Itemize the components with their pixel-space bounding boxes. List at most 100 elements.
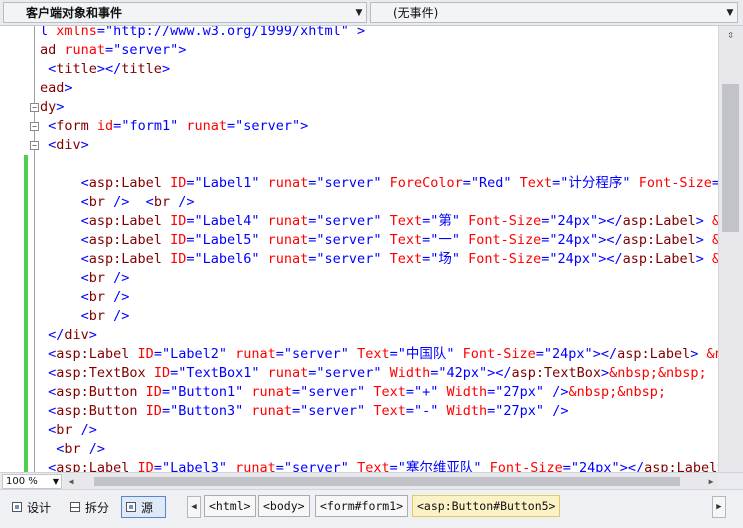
code-token: ID (145, 403, 162, 419)
code-token: > (80, 137, 89, 153)
code-token: runat (259, 175, 309, 191)
code-token: "http://www.w3.org/1999/xhtml" (105, 26, 349, 39)
code-line[interactable]: <asp:Label ID="Label3" runat="server" Te… (40, 459, 718, 472)
code-token: Text (511, 175, 553, 191)
code-token: ead (40, 80, 65, 96)
code-token: Text (381, 232, 423, 248)
code-token: br (64, 441, 89, 457)
code-token: "Label1" (194, 175, 260, 191)
code-line[interactable]: <br /> (40, 440, 105, 459)
code-line[interactable]: <asp:Label ID="Label5" runat="server" Te… (40, 231, 718, 250)
code-token: Text (381, 213, 423, 229)
design-view-button[interactable]: 设计 (8, 496, 55, 518)
code-line[interactable]: <br /> (40, 288, 130, 307)
split-view-button[interactable]: 拆分 (66, 496, 113, 518)
code-token: "24px" (549, 213, 599, 229)
code-token: Text (348, 346, 390, 362)
code-token: = (562, 460, 571, 472)
collapse-icon[interactable]: − (30, 122, 39, 131)
code-line[interactable]: <asp:Label ID="Label1" runat="server" Fo… (40, 174, 718, 193)
source-editor[interactable]: − − − l xmlns="http://www.w3.org/1999/xhtm… (0, 26, 743, 472)
code-line[interactable]: <asp:Button ID="Button3" runat="server" … (40, 402, 568, 421)
horizontal-scroll-thumb[interactable] (94, 477, 680, 486)
code-line[interactable]: <title></title> (40, 60, 170, 79)
code-line[interactable]: <br /> (40, 307, 130, 326)
code-token: "塞尔维亚队" (397, 460, 482, 472)
design-view-label: 设计 (27, 500, 52, 515)
code-line[interactable]: <br /> (40, 421, 97, 440)
code-token: runat (226, 346, 276, 362)
code-token: br (88, 194, 114, 210)
breadcrumb-item-form[interactable]: <form#form1> (315, 495, 409, 517)
code-line[interactable]: <asp:Label ID="Label6" runat="server" Te… (40, 250, 718, 269)
navigation-bar: 客户端对象和事件 ▼ (无事件) ▼ (0, 0, 743, 26)
client-objects-events-dropdown[interactable]: 客户端对象和事件 ▼ (3, 2, 367, 23)
split-window-icon[interactable]: ⇳ (722, 28, 739, 42)
scroll-right-icon[interactable]: ▶ (704, 474, 718, 489)
breadcrumb-right-icon[interactable]: ▶ (712, 496, 726, 518)
editor-status-row: 100 % ▼ ◀ ▶ (0, 472, 743, 489)
code-line[interactable]: l xmlns="http://www.w3.org/1999/xhtml" > (40, 26, 365, 41)
code-token: </ (40, 327, 65, 343)
breadcrumb-item-button[interactable]: <asp:Button#Button5> (412, 495, 561, 517)
code-line[interactable]: <br /> (40, 269, 130, 288)
code-token: runat (259, 251, 309, 267)
code-token: "Label5" (194, 232, 260, 248)
code-token: Width (438, 403, 488, 419)
code-line[interactable]: <asp:Label ID="Label4" runat="server" Te… (40, 212, 718, 231)
vertical-scroll-thumb[interactable] (722, 84, 739, 232)
breadcrumb-item-body[interactable]: <body> (258, 495, 310, 517)
code-line[interactable]: <form id="form1" runat="server"> (40, 117, 308, 136)
code-token: "server" (316, 175, 382, 191)
code-token: "27px" (495, 384, 545, 400)
code-token: Font-Size (481, 460, 563, 472)
code-area[interactable]: l xmlns="http://www.w3.org/1999/xhtml" >… (40, 26, 718, 472)
code-line[interactable]: </div> (40, 326, 97, 345)
code-token: > (300, 118, 309, 134)
split-view-label: 拆分 (85, 500, 110, 515)
code-token: /> < (113, 194, 154, 210)
code-line[interactable]: <br /> <br /> (40, 193, 195, 212)
code-token: ad (40, 42, 65, 58)
collapse-icon[interactable]: − (30, 103, 39, 112)
code-token: &nbsp;&nbsp; (609, 365, 707, 381)
code-token: "中国队" (397, 346, 455, 362)
code-token: > (695, 232, 713, 248)
code-token: ID (170, 213, 187, 229)
code-token: "+" (413, 384, 439, 400)
code-token: ></ (96, 61, 122, 77)
code-line[interactable]: <asp:Label ID="Label2" runat="server" Te… (40, 345, 718, 364)
code-token: "server" (283, 346, 349, 362)
horizontal-scrollbar[interactable]: ◀ ▶ (64, 474, 718, 489)
event-dropdown[interactable]: (无事件) ▼ (370, 2, 738, 23)
scroll-left-icon[interactable]: ◀ (64, 474, 78, 489)
vertical-scrollbar[interactable]: ⇳ (718, 26, 743, 472)
code-token: = (153, 346, 162, 362)
code-token: ID (137, 346, 154, 362)
code-line[interactable]: dy> (40, 98, 64, 117)
zoom-value: 100 % (6, 476, 38, 487)
code-token: < (40, 403, 57, 419)
code-token: "24px" (549, 251, 599, 267)
source-view-button[interactable]: 源 (121, 496, 166, 518)
code-token: = (389, 460, 398, 472)
breadcrumb-item-html[interactable]: <html> (204, 495, 256, 517)
code-line[interactable]: ead> (40, 79, 73, 98)
code-token: > (88, 327, 97, 343)
code-token: = (161, 384, 171, 400)
zoom-dropdown[interactable]: 100 % ▼ (2, 474, 62, 489)
code-line[interactable]: <asp:Button ID="Button1" runat="server" … (40, 383, 666, 402)
code-token: = (405, 403, 414, 419)
collapse-icon[interactable]: − (30, 141, 39, 150)
code-token: asp:Label (88, 175, 171, 191)
code-token: asp:Label (56, 346, 138, 362)
breadcrumb-left-icon[interactable]: ◀ (187, 496, 201, 518)
code-token: "server" (316, 232, 382, 248)
code-token: "24px" (543, 346, 593, 362)
code-token: = (275, 346, 284, 362)
code-token: = (422, 213, 431, 229)
code-line[interactable]: <asp:TextBox ID="TextBox1" runat="server… (40, 364, 707, 383)
design-view-icon (12, 502, 22, 512)
code-line[interactable]: <div> (40, 136, 89, 155)
code-line[interactable]: ad runat="server"> (40, 41, 186, 60)
